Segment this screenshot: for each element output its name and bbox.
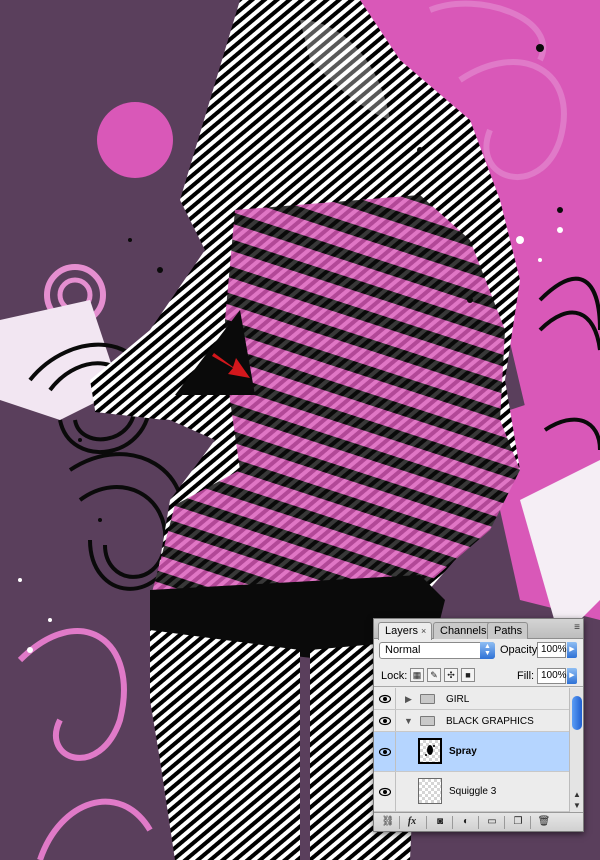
eye-icon [379, 716, 391, 725]
collapsed-triangle-icon[interactable]: ▶ [405, 694, 412, 705]
adjustment-icon[interactable]: ◐ [458, 815, 474, 829]
separator [504, 816, 505, 829]
trash-icon[interactable]: 🗑 [536, 815, 552, 829]
scroll-thumb[interactable] [572, 696, 582, 730]
eye-icon [379, 787, 391, 796]
layer-name: Squiggle 3 [449, 786, 497, 797]
fx-icon[interactable]: fx [404, 815, 420, 829]
layer-row-girl[interactable]: ▶ GIRL [374, 688, 569, 710]
layer-name: Spray [449, 746, 477, 757]
spray-thumb-icon [425, 745, 435, 756]
scroll-down-icon[interactable]: ▼ [571, 801, 583, 811]
blend-mode-value: Normal [385, 644, 421, 656]
lock-fill-row: Lock: ▦ ✎ ✣ ■ Fill: 100% ▶ [374, 665, 583, 687]
lock-move-icon[interactable]: ✣ [444, 668, 458, 682]
lock-label: Lock: [381, 670, 408, 682]
folder-icon [420, 694, 435, 704]
scroll-up-icon[interactable]: ▲ [571, 790, 583, 800]
visibility-toggle[interactable] [374, 732, 396, 771]
new-group-icon[interactable]: ▭ [484, 815, 500, 829]
panel-bottom-bar: ⛓ fx ◙ ◐ ▭ ❐ 🗑 [374, 812, 583, 831]
eye-icon [379, 747, 391, 756]
fill-arrow-icon[interactable]: ▶ [567, 668, 577, 684]
layer-row-black-graphics[interactable]: ▼ BLACK GRAPHICS [374, 710, 569, 732]
mask-icon[interactable]: ◙ [432, 815, 448, 829]
layer-row-spray[interactable]: Spray [374, 732, 569, 772]
layer-list-scrollbar[interactable]: ▲ ▼ [569, 688, 583, 812]
layer-name: BLACK GRAPHICS [446, 716, 534, 727]
layers-panel: Layers × Channels Paths ≡ Normal ▲ ▼ Opaci… [373, 618, 584, 832]
expanded-triangle-icon[interactable]: ▼ [404, 716, 413, 726]
opacity-input[interactable]: 100% [537, 642, 567, 658]
select-arrows-icon: ▲ ▼ [480, 642, 495, 659]
panel-tab-bar: Layers × Channels Paths ≡ [374, 619, 583, 640]
fill-label: Fill: [517, 670, 535, 682]
lock-brush-icon[interactable]: ✎ [427, 668, 441, 682]
lock-all-icon[interactable]: ■ [461, 668, 475, 682]
separator [530, 816, 531, 829]
separator [452, 816, 453, 829]
layer-list: ▶ GIRL ▼ BLACK GRAPHICS Spray Squiggle 3 [374, 688, 569, 812]
opacity-arrow-icon[interactable]: ▶ [567, 642, 577, 658]
fill-input[interactable]: 100% [537, 668, 567, 684]
folder-icon [420, 716, 435, 726]
tab-layers-label: Layers [385, 625, 419, 637]
layer-thumbnail [418, 738, 442, 764]
tab-channels-label: Channels [440, 625, 487, 637]
tab-paths[interactable]: Paths [487, 622, 529, 639]
close-icon[interactable]: × [421, 626, 426, 636]
lock-transparency-icon[interactable]: ▦ [410, 668, 424, 682]
link-icon[interactable]: ⛓ [380, 815, 396, 829]
layer-row-squiggle-3[interactable]: Squiggle 3 [374, 772, 569, 812]
tab-paths-label: Paths [494, 625, 523, 637]
layer-name: GIRL [446, 694, 470, 705]
new-layer-icon[interactable]: ❐ [510, 815, 526, 829]
visibility-toggle[interactable] [374, 688, 396, 709]
blend-opacity-row: Normal ▲ ▼ Opacity: 100% ▶ [374, 639, 583, 663]
tab-layers[interactable]: Layers × [378, 622, 433, 640]
separator [478, 816, 479, 829]
separator [399, 816, 400, 829]
panel-menu-icon[interactable]: ≡ [574, 622, 580, 633]
layer-thumbnail [418, 778, 442, 804]
blend-mode-select[interactable]: Normal ▲ ▼ [379, 642, 495, 659]
visibility-toggle[interactable] [374, 710, 396, 731]
opacity-label: Opacity: [500, 644, 541, 656]
tab-channels[interactable]: Channels [433, 622, 493, 639]
eye-icon [379, 694, 391, 703]
visibility-toggle[interactable] [374, 772, 396, 811]
separator [426, 816, 427, 829]
